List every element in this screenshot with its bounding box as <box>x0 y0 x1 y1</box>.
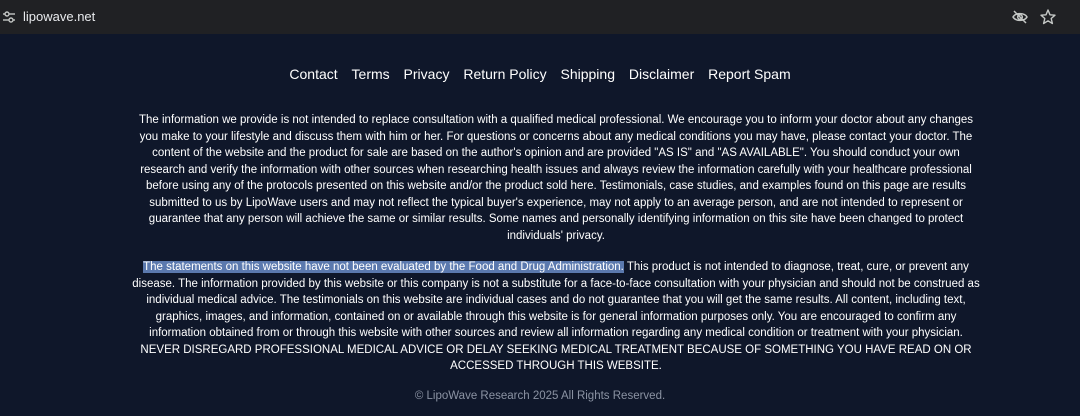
medical-disclaimer: The information we provide is not intend… <box>138 114 974 242</box>
address-bar[interactable]: lipowave.net <box>0 0 1080 34</box>
footer-link-shipping[interactable]: Shipping <box>561 66 616 82</box>
footer-link-return-policy[interactable]: Return Policy <box>463 66 546 82</box>
footer-link-privacy[interactable]: Privacy <box>404 66 450 82</box>
url-text[interactable]: lipowave.net <box>23 9 95 24</box>
footer-link-contact[interactable]: Contact <box>289 66 337 82</box>
footer-link-report-spam[interactable]: Report Spam <box>708 66 790 82</box>
footer-link-terms[interactable]: Terms <box>352 66 390 82</box>
footer-link-disclaimer[interactable]: Disclaimer <box>629 66 694 82</box>
eye-slash-icon[interactable] <box>1011 8 1029 26</box>
footer-nav: Contact Terms Privacy Return Policy Ship… <box>0 66 1080 82</box>
highlighted-fda-statement: The statements on this website have not … <box>143 261 624 273</box>
site-settings-icon[interactable] <box>2 10 16 24</box>
star-icon[interactable] <box>1039 8 1057 26</box>
fda-disclaimer: The statements on this website have not … <box>132 259 980 375</box>
page-content: Contact Terms Privacy Return Policy Ship… <box>0 34 1080 416</box>
fda-disclaimer-text: This product is not intended to diagnose… <box>132 261 980 372</box>
copyright-text: © LipoWave Research 2025 All Rights Rese… <box>414 390 666 402</box>
